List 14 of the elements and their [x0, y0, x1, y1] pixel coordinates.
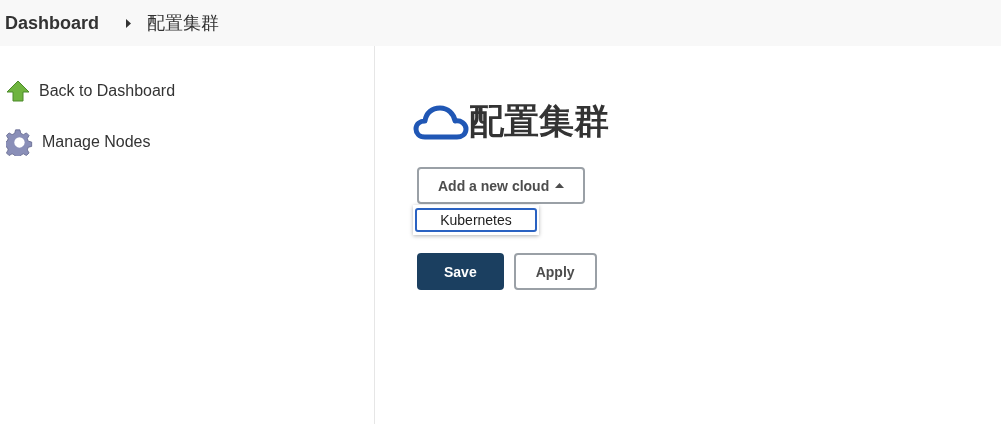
- add-cloud-button[interactable]: Add a new cloud: [417, 167, 586, 204]
- caret-icon: [126, 18, 132, 28]
- sidebar-link[interactable]: Manage Nodes: [42, 133, 151, 151]
- sidebar-link[interactable]: Back to Dashboard: [39, 82, 176, 100]
- apply-button[interactable]: Apply: [513, 253, 597, 290]
- page-title: 配置集群: [469, 100, 609, 143]
- cloud-icon: [413, 103, 469, 140]
- breadcrumb-link[interactable]: Dashboard: [5, 12, 100, 34]
- up-arrow-icon: [6, 80, 30, 102]
- gear-icon: [6, 128, 33, 156]
- menu-item[interactable]: Kubernetes: [415, 208, 537, 232]
- caret-icon: [555, 183, 565, 188]
- breadcrumb-current: 配置集群: [147, 11, 220, 35]
- save-button[interactable]: Save: [417, 253, 504, 290]
